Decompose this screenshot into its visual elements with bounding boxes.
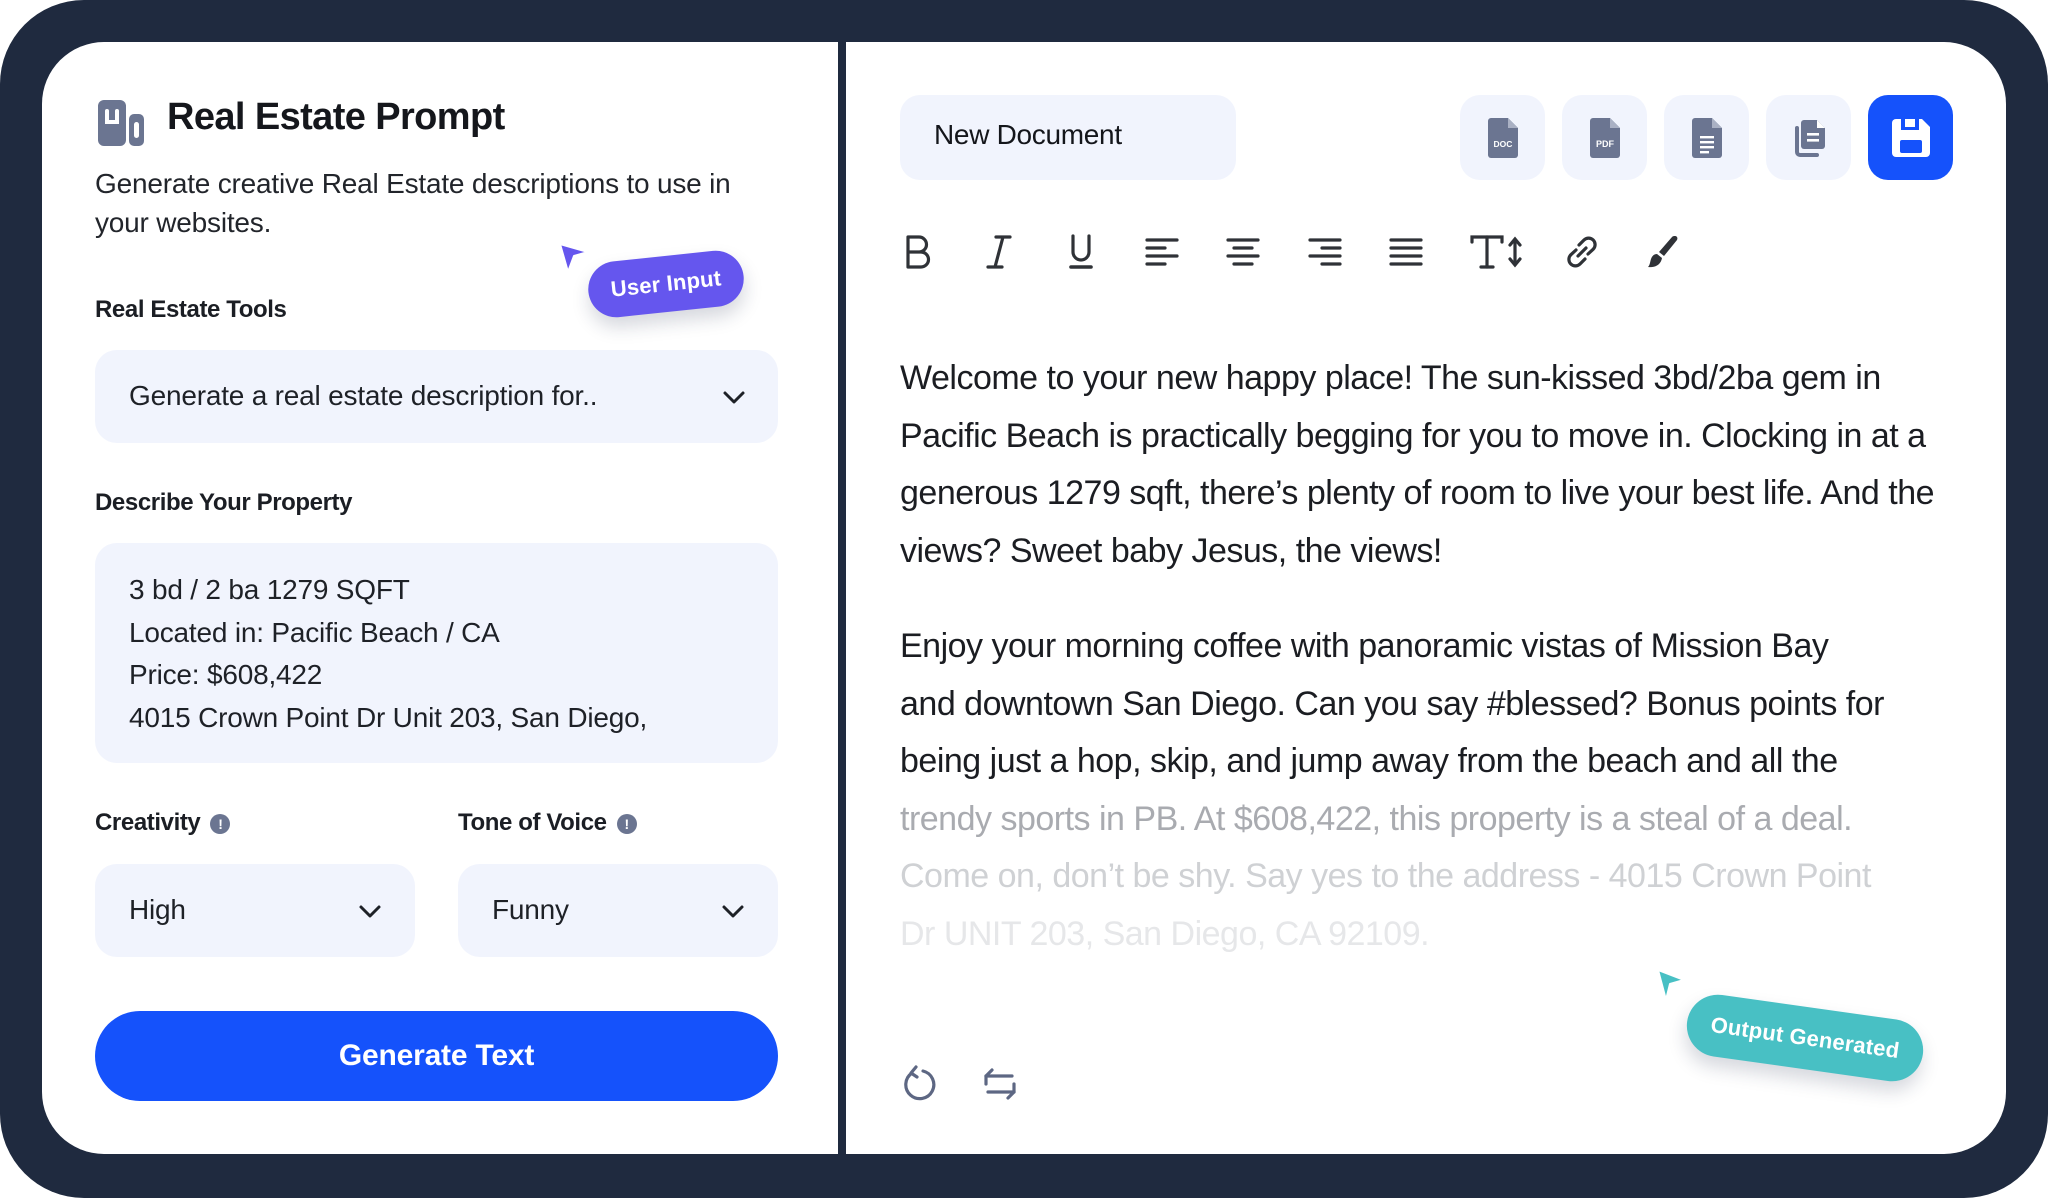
save-button[interactable]	[1868, 95, 1953, 180]
output-line: Come on, don’t be shy. Say yes to the ad…	[900, 857, 1871, 895]
property-line: Price: $608,422	[129, 659, 323, 691]
align-left-button[interactable]	[1140, 230, 1184, 274]
output-line: trendy sports in PB. At $608,422, this p…	[900, 799, 1853, 838]
text-file-icon	[1691, 117, 1722, 158]
document-name-value: New Document	[934, 119, 1122, 150]
link-button[interactable]	[1560, 230, 1604, 274]
output-line: Dr UNIT 203, San Diego, CA 92109.	[900, 914, 1430, 953]
italic-icon	[986, 235, 1012, 269]
tone-label: Tone of Voice!	[458, 809, 637, 837]
svg-text:PDF: PDF	[1596, 139, 1615, 149]
app-title: Real Estate Prompt	[167, 96, 505, 138]
cursor-pointer-icon	[1657, 969, 1685, 1001]
undo-icon	[904, 1065, 936, 1101]
creativity-select[interactable]: High	[95, 864, 415, 957]
chevron-down-icon	[359, 905, 381, 918]
cursor-pointer-icon	[559, 243, 589, 273]
output-line: and downtown San Diego. Can you say #ble…	[900, 684, 1885, 723]
link-icon	[1567, 236, 1597, 268]
underline-button[interactable]	[1059, 230, 1103, 274]
output-paragraph-1: Welcome to your new happy place! The sun…	[900, 359, 1935, 570]
doc-file-icon: DOC	[1487, 117, 1518, 158]
property-textarea[interactable]: 3 bd / 2 ba 1279 SQFT Located in: Pacifi…	[95, 543, 778, 763]
text-export-button[interactable]	[1664, 95, 1749, 180]
info-icon[interactable]: !	[210, 813, 231, 834]
tools-label: Real Estate Tools	[95, 296, 287, 323]
svg-text:DOC: DOC	[1493, 139, 1512, 149]
align-right-button[interactable]	[1303, 230, 1347, 274]
repeat-icon	[984, 1068, 1016, 1100]
property-label: Describe Your Property	[95, 489, 353, 516]
brush-button[interactable]	[1640, 230, 1684, 274]
align-justify-button[interactable]	[1384, 230, 1428, 274]
brush-icon	[1648, 236, 1678, 268]
generate-text-button[interactable]: Generate Text	[95, 1011, 778, 1101]
copy-button[interactable]	[1766, 95, 1851, 180]
pdf-file-icon: PDF	[1589, 117, 1620, 158]
property-line: Located in: Pacific Beach / CA	[129, 616, 500, 648]
doc-export-button[interactable]: DOC	[1460, 95, 1545, 180]
align-right-icon	[1308, 238, 1342, 266]
output-paragraph-2: Enjoy your morning coffee with panoramic…	[900, 618, 1960, 963]
info-icon[interactable]: !	[616, 813, 637, 834]
text-size-icon	[1470, 235, 1522, 269]
tools-select-value: Generate a real estate description for..	[129, 380, 598, 411]
pdf-export-button[interactable]: PDF	[1562, 95, 1647, 180]
output-line: being just a hop, skip, and jump away fr…	[900, 742, 1838, 780]
creativity-label-text: Creativity	[95, 809, 201, 836]
property-line: 3 bd / 2 ba 1279 SQFT	[129, 574, 410, 605]
align-justify-icon	[1389, 238, 1423, 266]
repeat-button[interactable]	[978, 1062, 1022, 1106]
creativity-select-value: High	[129, 894, 186, 925]
bold-icon	[906, 235, 931, 269]
align-center-icon	[1226, 238, 1260, 266]
generated-output[interactable]: Welcome to your new happy place! The sun…	[900, 350, 1960, 963]
output-line: Enjoy your morning coffee with panoramic…	[900, 627, 1829, 665]
building-icon	[98, 100, 144, 146]
save-icon	[1891, 118, 1930, 157]
tone-select[interactable]: Funny	[458, 864, 778, 957]
tone-select-value: Funny	[492, 894, 569, 925]
underline-icon	[1069, 234, 1093, 269]
chevron-down-icon	[723, 391, 745, 404]
align-center-button[interactable]	[1221, 230, 1265, 274]
copy-icon	[1794, 119, 1825, 157]
text-size-button[interactable]	[1468, 230, 1528, 274]
chevron-down-icon	[722, 905, 744, 918]
bold-button[interactable]	[896, 230, 940, 274]
property-line: 4015 Crown Point Dr Unit 203, San Diego,	[129, 701, 648, 733]
tools-select[interactable]: Generate a real estate description for..	[95, 350, 778, 443]
italic-button[interactable]	[977, 230, 1021, 274]
app-subtitle: Generate creative Real Estate descriptio…	[95, 168, 731, 238]
document-name-input[interactable]: New Document	[900, 95, 1236, 180]
undo-button[interactable]	[897, 1062, 941, 1106]
tone-label-text: Tone of Voice	[458, 809, 607, 836]
creativity-label: Creativity!	[95, 809, 231, 837]
align-left-icon	[1145, 238, 1179, 266]
